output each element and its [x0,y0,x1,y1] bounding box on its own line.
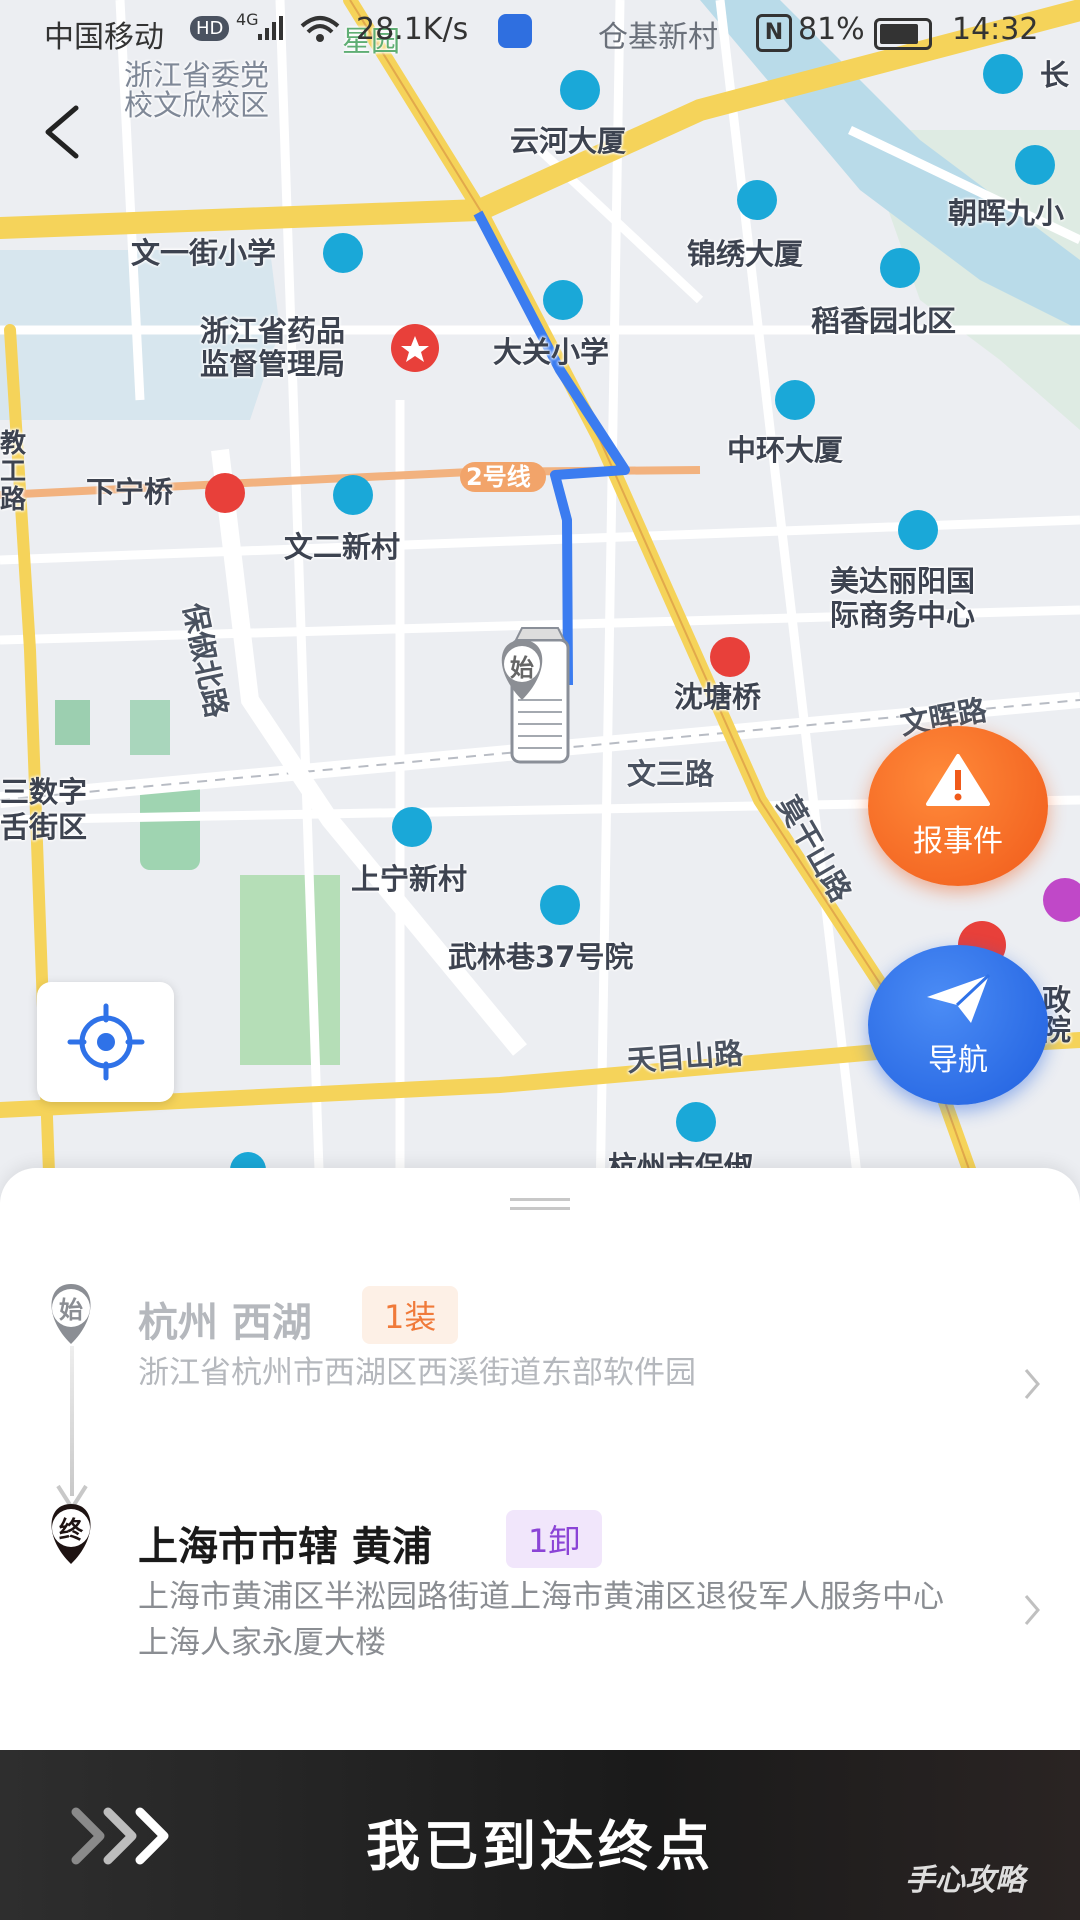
locate-button[interactable] [37,982,174,1102]
battery-percent: 81% [798,12,865,47]
unload-tag: 1卸 [506,1510,603,1568]
drag-handle[interactable] [510,1198,570,1210]
map-label-digital-street: 三数字 舌街区 [0,775,88,844]
location-label: 仓基新村 [598,20,718,55]
map-label-shentang: 沈塘桥 [674,680,762,714]
speed-label: 28.1K/s [356,12,469,47]
map-label-daoxiang: 稻香园北区 [811,304,957,338]
warning-icon [926,754,990,806]
chevron-right-icon [1024,1595,1040,1625]
wifi-icon [300,14,340,52]
locate-icon [67,1003,144,1081]
start-city: 杭州 西湖 [138,1300,312,1346]
map-label-left-edge: 教 工 路 [0,429,27,515]
chevron-right-icon [1024,1369,1040,1399]
nfc-icon: N [756,14,792,52]
map-label-meida: 美达丽阳国 际商务中心 [830,564,976,632]
map-label-wenyi-school: 文一街小学 [131,236,277,270]
signal-icon [256,14,286,50]
map-label-party-school: 浙江省委党 校文欣校区 [124,58,270,122]
battery-icon [874,18,932,50]
start-address: 浙江省杭州市西湖区西溪街道东部软件园 [138,1355,696,1391]
end-city: 上海市市辖 黄浦 [138,1524,432,1570]
map-label-wensan: 文三路 [627,757,715,791]
map-label-line2: 2号线 [466,463,531,491]
report-incident-label: 报事件 [913,824,1003,859]
start-marker-text: 始 [59,1296,83,1324]
clock: 14:32 [952,12,1039,47]
report-incident-button[interactable]: 报事件 [868,726,1048,886]
navigate-label: 导航 [928,1043,988,1078]
map-label-xianing: 下宁桥 [86,475,174,509]
map-label-zhonghuan: 中环大厦 [727,433,844,467]
end-address: 上海市黄浦区半淞园路街道上海市黄浦区退役军人服务中心上海人家永厦大楼 [138,1579,944,1661]
map-label-drug-admin: 浙江省药品 监督管理局 [200,314,346,381]
map-label-chaohui: 朝晖九小 [948,196,1065,230]
map-label-wener: 文二新村 [284,530,401,564]
map-label-jinxiu: 锦绣大厦 [687,237,804,271]
carrier-label: 中国移动 [44,20,164,55]
watermark-logo: 手心攻略 [905,1863,1025,1898]
load-tag: 1装 [362,1286,459,1344]
map-label-wulinxiang: 武林巷37号院 [448,940,634,974]
end-marker-text: 终 [59,1516,83,1544]
map-label-yunhe: 云河大厦 [510,124,627,158]
navigate-button[interactable]: 导航 [868,945,1048,1105]
back-button[interactable] [36,98,88,166]
end-stop[interactable]: 终 上海市市辖 黄浦 1卸 上海市黄浦区半淞园路街道上海市黄浦区退役军人服务中心… [0,1498,1080,1718]
status-bar: 中国移动 HD 4G 28.1K/s 仓基新村 N 81% 14:32 [0,0,1080,66]
paper-plane-icon [927,973,991,1023]
map-label-daguan: 大关小学 [493,335,610,369]
app-notification-icon [498,14,532,48]
start-marker-label: 始 [510,654,534,682]
map-label-shangning: 上宁新村 [351,862,468,896]
start-stop[interactable]: 始 杭州 西湖 1装 浙江省杭州市西湖区西溪街道东部软件园 [0,1278,1080,1478]
route-sheet: 始 杭州 西湖 1装 浙江省杭州市西湖区西溪街道东部软件园 终 上海市市辖 黄浦… [0,1168,1080,1750]
hd-badge: HD [190,16,230,41]
chevron-left-icon [45,105,79,159]
